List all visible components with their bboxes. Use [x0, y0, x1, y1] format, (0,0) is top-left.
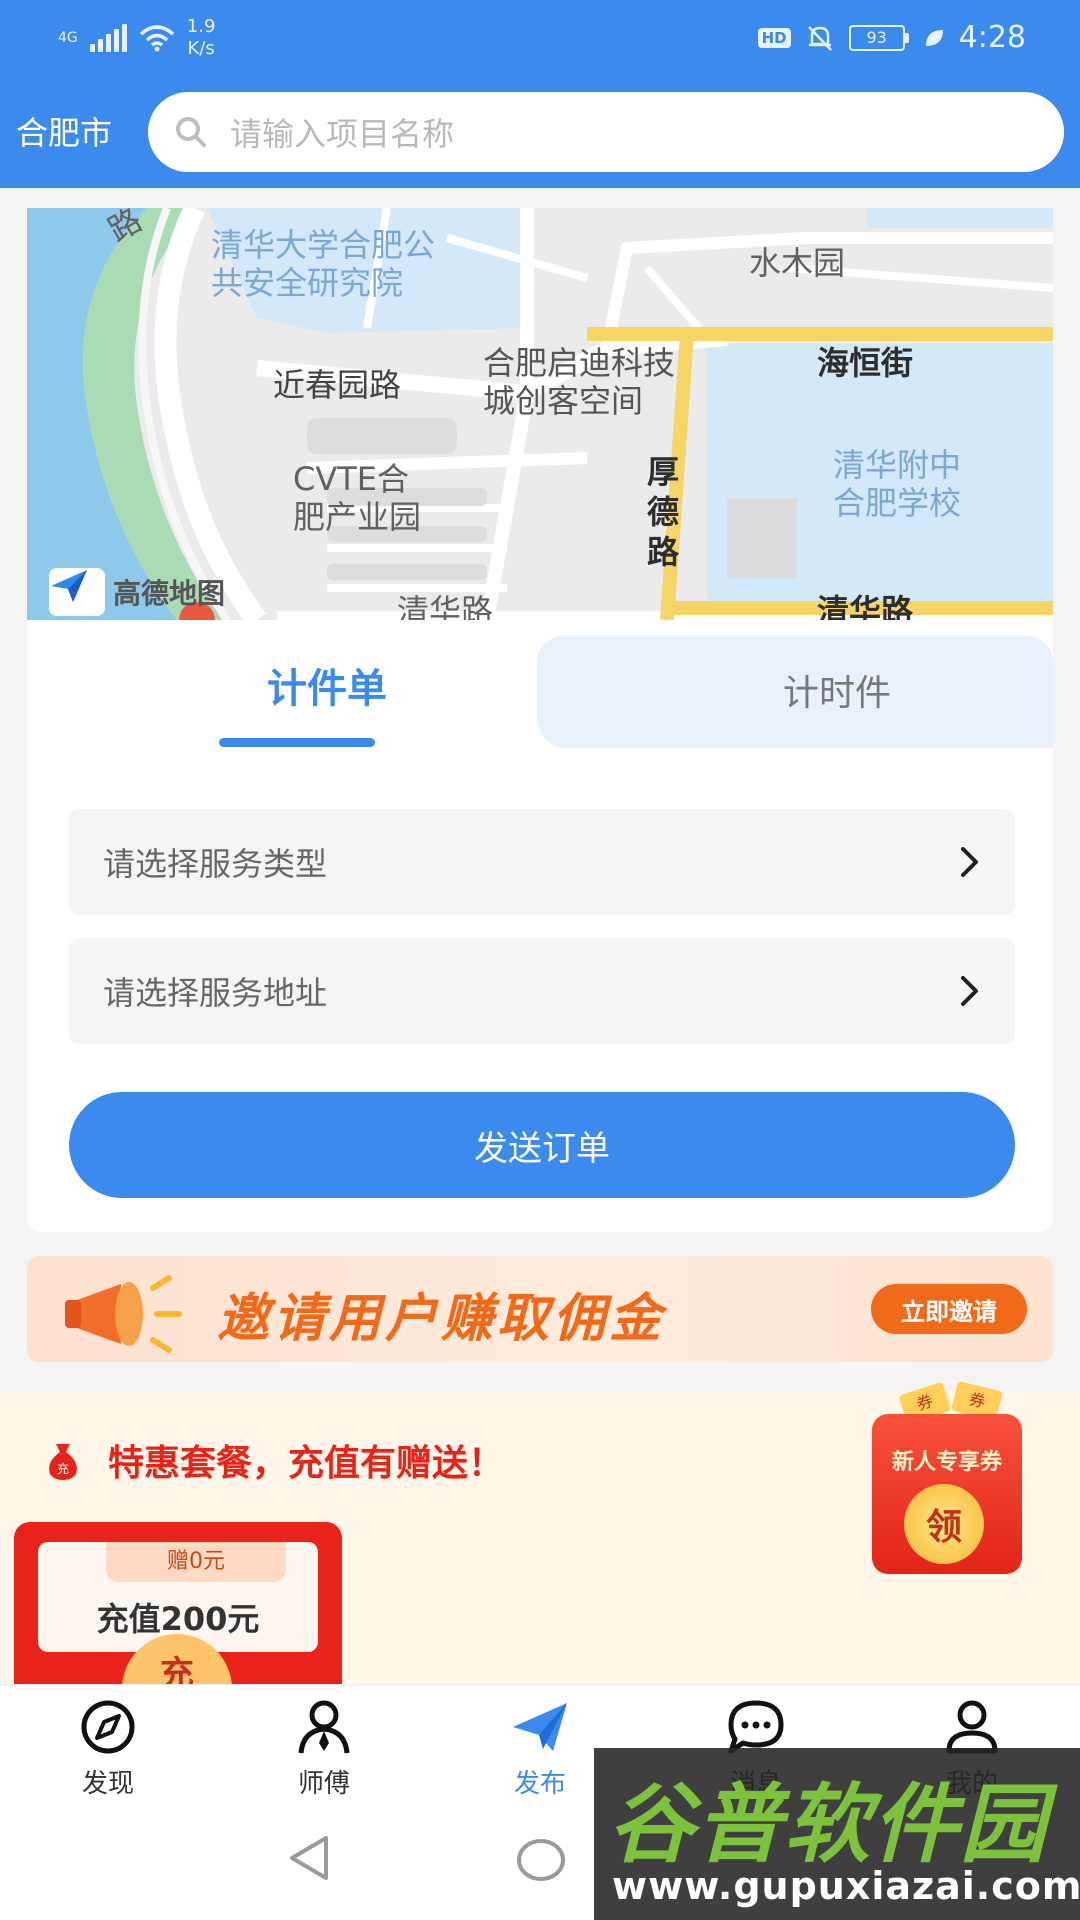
money-bag-icon: 充 — [49, 1444, 77, 1480]
coupon-claim-coin: 领 — [904, 1484, 984, 1564]
order-card: 计件单 计时件 请选择服务类型 请选择服务地址 发送订单 — [27, 620, 1053, 1232]
active-tab-indicator — [219, 738, 375, 747]
map-label-school: 清华附中 合肥学校 — [833, 446, 962, 522]
map-label-qinghua-road-right: 清华路 — [817, 592, 914, 620]
invite-text: 邀请用户赚取佣金 — [217, 1289, 666, 1349]
amap-logo-icon — [51, 570, 87, 602]
search-placeholder: 请输入项目名称 — [230, 115, 455, 153]
invite-now-button[interactable]: 立即邀请 — [871, 1284, 1027, 1334]
watermark: 谷普软件园 www.gupuxiazai.com — [594, 1748, 1080, 1920]
app-header: 4G 1.9 K/s HD 93 4:28 合肥市 请输入项目名称 — [0, 0, 1080, 188]
compass-icon — [81, 1700, 135, 1754]
tab-piece-order[interactable]: 计件单 — [147, 656, 507, 714]
watermark-url: www.gupuxiazai.com — [612, 1864, 1080, 1908]
map-label-qidi: 合肥启迪科技 城创客空间 — [483, 344, 676, 420]
map-view[interactable]: 路 清华大学合肥公 共安全研究院 水木园 近春园路 合肥启迪科技 城创客空间 海… — [27, 208, 1053, 620]
megaphone-icon — [65, 1275, 182, 1353]
send-order-button[interactable]: 发送订单 — [69, 1092, 1015, 1198]
leaf-icon — [925, 29, 943, 46]
new-user-coupon[interactable]: 券 券 新人专享券 领 — [862, 1380, 1026, 1580]
nav-item-publish[interactable]: 发布 — [470, 1699, 610, 1800]
recharge-package-card[interactable]: 赠0元 充值200元 充 — [14, 1522, 342, 1684]
map-label-houde-road: 厚 德 路 — [647, 453, 680, 571]
hd-icon: HD — [757, 27, 791, 48]
status-bar: 4G 1.9 K/s HD 93 4:28 — [0, 0, 1080, 78]
promo-title-row: 充 特惠套餐，充值有赠送！ — [44, 1434, 504, 1486]
signal-icon — [89, 24, 127, 52]
city-selector[interactable]: 合肥市 — [16, 108, 112, 154]
chat-bubble-icon — [728, 1700, 784, 1754]
map-label-jinchun-road: 近春园路 — [273, 366, 402, 404]
clock: 4:28 — [958, 20, 1026, 55]
promo-title: 特惠套餐，充值有赠送！ — [108, 1443, 505, 1484]
map-label-haiheng-street: 海恒街 — [817, 344, 914, 382]
map-label-tsinghua-institute: 清华大学合肥公 共安全研究院 — [211, 226, 436, 302]
battery-icon: 93 — [848, 24, 909, 51]
back-triangle-icon[interactable] — [286, 1834, 332, 1882]
tab-time-order[interactable]: 计时件 — [627, 664, 1047, 716]
chevron-right-icon — [961, 847, 978, 877]
network-type: 4G — [58, 30, 78, 46]
chevron-right-icon — [961, 976, 978, 1006]
map-label-shuimu: 水木园 — [749, 244, 846, 282]
service-address-select[interactable]: 请选择服务地址 — [69, 938, 1015, 1044]
user-icon — [946, 1700, 998, 1754]
nav-item-discover[interactable]: 发现 — [38, 1699, 178, 1800]
invite-banner[interactable]: 邀请用户赚取佣金 立即邀请 — [27, 1256, 1053, 1362]
watermark-title: 谷普软件园 — [608, 1775, 1048, 1875]
home-circle-icon[interactable] — [516, 1838, 566, 1882]
search-icon — [176, 117, 206, 147]
service-type-select[interactable]: 请选择服务类型 — [69, 809, 1015, 915]
package-gift-label: 赠0元 — [106, 1542, 286, 1582]
map-label-cvte: CVTE合 肥产业园 — [293, 460, 422, 536]
service-address-label: 请选择服务地址 — [103, 974, 328, 1012]
nav-item-master[interactable]: 师傅 — [254, 1699, 394, 1800]
map-logo: 高德地图 — [49, 568, 225, 616]
svg-text:充: 充 — [57, 1461, 69, 1476]
worker-icon — [298, 1700, 350, 1754]
service-type-label: 请选择服务类型 — [103, 845, 328, 883]
wifi-icon — [139, 25, 174, 52]
paper-plane-icon — [513, 1703, 567, 1751]
coupon-text: 新人专享券 — [891, 1450, 1002, 1475]
search-input[interactable]: 请输入项目名称 — [148, 92, 1064, 172]
map-label-qinghua-road-left: 清华路 — [397, 592, 494, 620]
network-speed: 1.9 K/s — [186, 16, 216, 59]
mute-bell-icon — [807, 25, 832, 51]
